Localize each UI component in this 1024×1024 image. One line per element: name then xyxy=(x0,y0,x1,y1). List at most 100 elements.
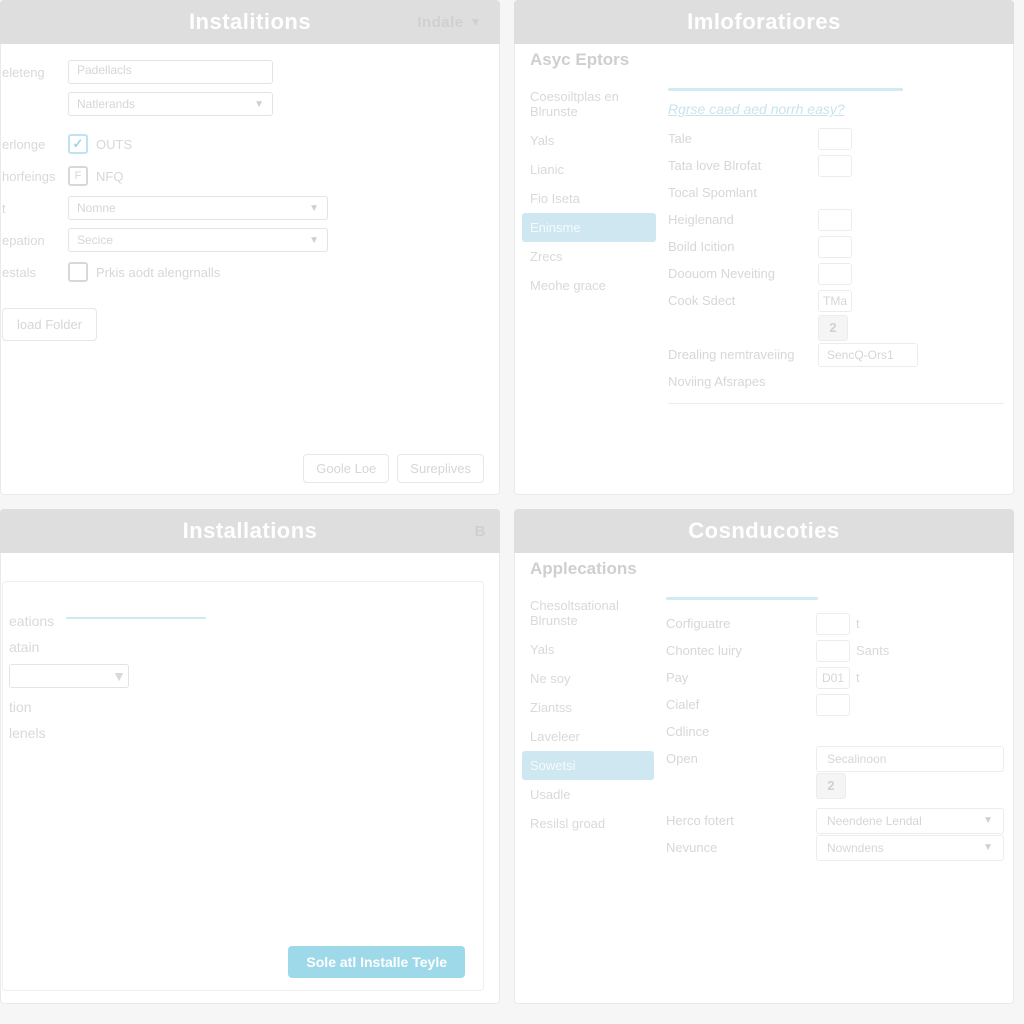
select-secice[interactable]: Secice▼ xyxy=(68,228,328,252)
sidebar-item[interactable]: Laveleer xyxy=(522,722,654,751)
sidebar-item[interactable]: Ziantss xyxy=(522,693,654,722)
unit-label: Sants xyxy=(856,643,889,658)
checkbox-nfq[interactable]: F xyxy=(68,166,88,186)
panel-instalitions: Instalitions Indale ▼ eleteng Padellacls… xyxy=(0,0,500,495)
select-nomne[interactable]: Nomne▼ xyxy=(68,196,328,220)
sidebar-item[interactable]: Eninsme xyxy=(522,213,656,242)
stepper-value[interactable]: 2 xyxy=(818,315,848,341)
link-text: Rgrse caed aed norrh easy? xyxy=(668,101,845,117)
small-input[interactable] xyxy=(816,640,850,662)
label-noviing: Noviing Afsrapes xyxy=(668,374,818,389)
field-label: Tata love Blrofat xyxy=(668,158,818,173)
panel-imloforatiores: Imloforatiores Asyc Eptors Coesoiltplas … xyxy=(514,0,1014,495)
panel-header: Imloforatiores xyxy=(514,0,1014,44)
small-input[interactable] xyxy=(816,613,850,635)
checkbox-estals[interactable] xyxy=(68,262,88,282)
checkbox-label: NFQ xyxy=(96,169,123,184)
panel-cosnducoties: Cosnducoties Applecations Chesoltsationa… xyxy=(514,509,1014,1004)
select-value: Nowndens xyxy=(827,841,884,855)
unit-label: t xyxy=(856,670,860,685)
select-value: Neendene Lendal xyxy=(827,814,922,828)
select-value: Nomne xyxy=(77,201,116,215)
select-nevunce[interactable]: Nowndens▼ xyxy=(816,835,1004,861)
list-item[interactable]: eations xyxy=(7,608,467,634)
sidebar-item[interactable]: Yals xyxy=(522,635,654,664)
item-label: eations xyxy=(9,613,54,629)
label-epation: epation xyxy=(2,233,68,248)
field-label: Doouom Neveiting xyxy=(668,266,818,281)
help-link[interactable]: Rgrse caed aed norrh easy? xyxy=(668,101,1004,117)
list-item[interactable]: tion xyxy=(7,694,467,720)
checkbox-outs[interactable]: ✓ xyxy=(68,134,88,154)
panel-header: Cosnducoties xyxy=(514,509,1014,553)
field-label: Pay xyxy=(666,670,816,685)
button-label: Sole atl Installe Teyle xyxy=(306,954,447,970)
sidebar-item[interactable]: Ne soy xyxy=(522,664,654,693)
sole-install-button[interactable]: Sole atl Installe Teyle xyxy=(288,946,465,978)
select-natlerands[interactable]: Natlerands ▼ xyxy=(68,92,273,116)
stepper-value[interactable]: 2 xyxy=(816,773,846,799)
label-nevunce: Nevunce xyxy=(666,840,816,855)
small-input[interactable] xyxy=(818,263,852,285)
sidebar-item[interactable]: Zrecs xyxy=(522,242,656,271)
sidebar-item[interactable]: Resilsl groad xyxy=(522,809,654,838)
list-item[interactable]: lenels xyxy=(7,720,467,746)
field-label: Boild Icition xyxy=(668,239,818,254)
input-eleteng[interactable]: Padellacls xyxy=(68,60,273,84)
button-label: load Folder xyxy=(17,317,82,332)
chevron-down-icon: ▼ xyxy=(112,668,126,684)
stepper-num: 2 xyxy=(829,320,836,335)
small-input[interactable]: D01 xyxy=(816,667,850,689)
stepper-num: 2 xyxy=(827,778,834,793)
panel-header: Instalitions Indale ▼ xyxy=(0,0,500,44)
sidebar-item[interactable]: Meohe grace xyxy=(522,271,656,300)
goole-loe-button[interactable]: Goole Loe xyxy=(303,454,389,483)
chevron-down-icon: ▼ xyxy=(254,99,264,110)
button-label: Sureplives xyxy=(410,461,471,476)
small-input[interactable] xyxy=(818,128,852,150)
small-input[interactable] xyxy=(816,694,850,716)
side-nav: Chesoltsational BlrunsteYalsNe soyZiants… xyxy=(514,585,654,1004)
field-label: Cook Sdect xyxy=(668,293,818,308)
checkbox-label: Prkis aodt alengrnalls xyxy=(96,265,220,280)
header-dropdown[interactable]: Indale ▼ xyxy=(417,0,482,44)
field-label: Cialef xyxy=(666,697,816,712)
small-input[interactable] xyxy=(818,155,852,177)
sidebar-item[interactable]: Lianic xyxy=(522,155,656,184)
input-value: SencQ-Ors1 xyxy=(827,348,894,362)
sidebar-item[interactable]: Coesoiltplas en Blrunste xyxy=(522,82,656,126)
input-value: Secalinoon xyxy=(827,752,886,766)
divider xyxy=(666,597,818,600)
small-input[interactable] xyxy=(818,209,852,231)
input-value: Padellacls xyxy=(77,63,132,77)
input-drealing[interactable]: SencQ-Ors1 xyxy=(818,343,918,367)
select-value: Natlerands xyxy=(77,97,135,111)
sidebar-item[interactable]: Fio Iseta xyxy=(522,184,656,213)
small-select[interactable]: ▼ xyxy=(9,664,129,688)
label-t: t xyxy=(2,201,68,216)
sureplives-button[interactable]: Sureplives xyxy=(397,454,484,483)
badge: B xyxy=(475,523,486,540)
upload-folder-button[interactable]: load Folder xyxy=(2,308,97,341)
sidebar-item[interactable]: Sowetsi xyxy=(522,751,654,780)
input-open[interactable]: Secalinoon xyxy=(816,746,1004,772)
unit-label: t xyxy=(856,616,860,631)
panel-title: Installations xyxy=(183,518,318,544)
sidebar-item[interactable]: Chesoltsational Blrunste xyxy=(522,591,654,635)
header-dropdown-label: Indale xyxy=(417,14,463,31)
field-label: Tocal Spomlant xyxy=(668,185,818,200)
chevron-down-icon: ▼ xyxy=(470,15,482,29)
divider xyxy=(668,403,1004,404)
small-input[interactable] xyxy=(818,236,852,258)
panel-title: Instalitions xyxy=(189,9,311,35)
label-herco: Herco fotert xyxy=(666,813,816,828)
button-label: Goole Loe xyxy=(316,461,376,476)
field-label: Heiglenand xyxy=(668,212,818,227)
small-input[interactable]: TMa xyxy=(818,290,852,312)
list-item[interactable] xyxy=(7,746,467,756)
sidebar-item[interactable]: Yals xyxy=(522,126,656,155)
sidebar-item[interactable]: Usadle xyxy=(522,780,654,809)
list-item[interactable]: atain xyxy=(7,634,467,660)
select-herco[interactable]: Neendene Lendal▼ xyxy=(816,808,1004,834)
panel-header: Installations B xyxy=(0,509,500,553)
